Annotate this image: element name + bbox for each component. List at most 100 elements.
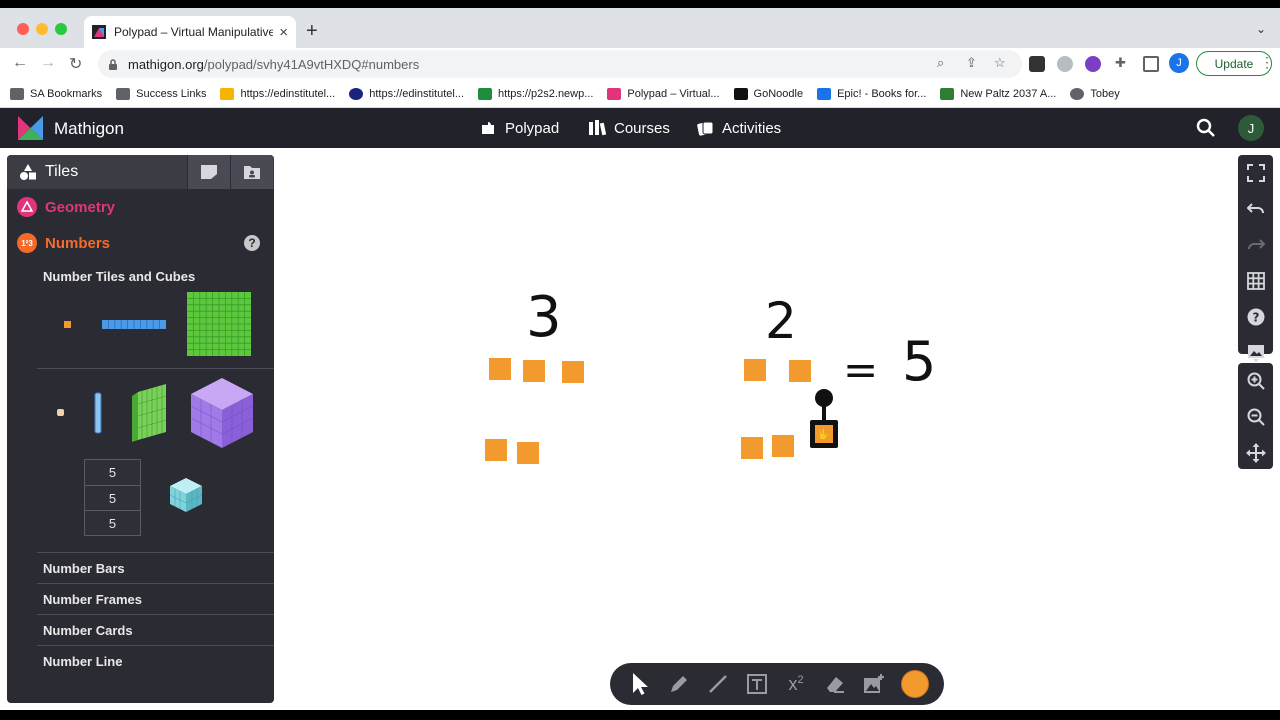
- text-box-icon[interactable]: [745, 672, 769, 696]
- tab-search-chevron-icon[interactable]: ⌄: [1256, 22, 1266, 36]
- contacts-button[interactable]: [230, 155, 273, 189]
- new-tab-icon[interactable]: +: [306, 20, 318, 43]
- redo-icon[interactable]: [1238, 227, 1273, 263]
- hundred-flat-cube[interactable]: [130, 384, 170, 444]
- forward-arrow-icon[interactable]: →: [40, 54, 56, 72]
- circle-icon: [1070, 87, 1085, 100]
- bookmark-item[interactable]: GoNoodle: [733, 87, 803, 100]
- polypad-nav-icon: [482, 122, 494, 134]
- bookmarks-bar: SA Bookmarks Success Links https://edinsti…: [0, 80, 1280, 108]
- back-arrow-icon[interactable]: ←: [12, 54, 28, 72]
- nav-polypad[interactable]: Polypad: [479, 119, 559, 137]
- color-picker[interactable]: [901, 670, 929, 698]
- extension-gear-icon[interactable]: [1029, 56, 1045, 72]
- extension-k-icon[interactable]: [1085, 56, 1101, 72]
- bookmark-item[interactable]: Epic! - Books for...: [817, 87, 926, 100]
- close-window-button[interactable]: [17, 23, 29, 35]
- bookmark-item[interactable]: Polypad – Virtual...: [607, 87, 720, 100]
- active-tab[interactable]: Polypad – Virtual Manipulatives ×: [84, 16, 296, 48]
- number-tile[interactable]: [485, 439, 507, 461]
- user-avatar[interactable]: J: [1238, 115, 1264, 141]
- sidebar-item-number-line[interactable]: Number Line: [37, 645, 274, 676]
- svg-text:?: ?: [1252, 311, 1259, 325]
- address-bar[interactable]: mathigon.org/polypad/svhy41A9vtHXDQ#numb…: [98, 50, 1022, 78]
- search-icon[interactable]: [1196, 118, 1216, 138]
- bookmark-label: Tobey: [1090, 87, 1120, 100]
- folder-user-icon: [244, 166, 260, 179]
- sidebar-item-number-frames[interactable]: Number Frames: [37, 583, 274, 614]
- shield-icon: [940, 87, 955, 100]
- polypad-canvas[interactable]: 3 2 = 5 ✋: [280, 148, 1230, 710]
- maximize-window-button[interactable]: [55, 23, 67, 35]
- extensions-puzzle-icon[interactable]: ✚: [1115, 55, 1126, 71]
- number-tile[interactable]: [489, 358, 511, 380]
- nav-courses[interactable]: Courses: [588, 119, 670, 137]
- bookmark-label: https://edinstitutel...: [369, 87, 465, 100]
- hundred-square-tile[interactable]: [187, 292, 251, 356]
- insert-image-icon[interactable]: [862, 672, 886, 696]
- pan-move-icon[interactable]: [1238, 435, 1273, 471]
- stack-card: 5: [85, 460, 140, 485]
- selected-tile-frame[interactable]: ✋: [810, 420, 838, 448]
- undo-icon[interactable]: [1238, 191, 1273, 227]
- unit-tile[interactable]: [64, 321, 71, 328]
- close-tab-icon[interactable]: ×: [279, 24, 288, 41]
- bookmark-item[interactable]: Success Links: [116, 87, 206, 100]
- zoom-out-icon[interactable]: [1238, 399, 1273, 435]
- profile-avatar[interactable]: J: [1169, 53, 1189, 73]
- number-tile[interactable]: [517, 442, 539, 464]
- sidebar-item-number-bars[interactable]: Number Bars: [37, 552, 274, 583]
- share-icon[interactable]: ⇪: [966, 55, 977, 71]
- category-numbers[interactable]: 1²3 Numbers ?: [7, 225, 274, 261]
- bookmark-item[interactable]: New Paltz 2037 A...: [940, 87, 1056, 100]
- pen-icon[interactable]: [667, 672, 691, 696]
- zoom-search-icon[interactable]: ⌕: [937, 55, 944, 71]
- reload-icon[interactable]: ↻: [69, 54, 82, 74]
- bookmark-item[interactable]: https://edinstitutel...: [220, 87, 335, 100]
- select-pointer-icon[interactable]: [628, 672, 652, 696]
- number-tile[interactable]: [562, 361, 584, 383]
- ten-rod-cube[interactable]: [94, 392, 103, 434]
- sidebar-item-number-cards[interactable]: Number Cards: [37, 614, 274, 645]
- unit-cube[interactable]: [57, 409, 64, 416]
- bookmark-item[interactable]: Tobey: [1070, 87, 1120, 100]
- ten-bar-tile[interactable]: [102, 320, 166, 329]
- more-menu-icon[interactable]: ⋮: [1260, 54, 1274, 71]
- bookmark-item[interactable]: SA Bookmarks: [10, 87, 102, 100]
- fullscreen-icon[interactable]: [1238, 155, 1273, 191]
- section-title: Number Tiles and Cubes: [43, 269, 196, 284]
- rotate-handle-stem: [822, 405, 826, 421]
- extension-gray-icon[interactable]: [1057, 56, 1073, 72]
- handwritten-equals: =: [843, 345, 878, 394]
- small-cube[interactable]: [169, 477, 203, 513]
- zoom-in-icon[interactable]: [1238, 363, 1273, 399]
- notes-button[interactable]: [187, 155, 230, 189]
- nav-activities[interactable]: Activities: [696, 119, 781, 137]
- number-tile[interactable]: [772, 435, 794, 457]
- side-panel-icon[interactable]: [1143, 56, 1159, 72]
- drawing-toolbar: x2: [610, 663, 944, 705]
- thousand-cube[interactable]: [189, 376, 255, 450]
- number-cubes-area: 555: [37, 369, 274, 552]
- number-tile[interactable]: [523, 360, 545, 382]
- bookmark-item[interactable]: https://edinstitutel...: [349, 87, 465, 100]
- equation-icon[interactable]: x2: [784, 672, 808, 696]
- minimize-window-button[interactable]: [36, 23, 48, 35]
- line-icon[interactable]: [706, 672, 730, 696]
- mathigon-logo-icon[interactable]: [18, 116, 43, 140]
- number-tile[interactable]: [789, 360, 811, 382]
- bookmark-star-icon[interactable]: ☆: [994, 55, 1006, 71]
- bookmark-item[interactable]: https://p2s2.newp...: [478, 87, 593, 100]
- polypad-workspace: Tiles Geometry 1²3 Numbers ? Number Tile…: [0, 148, 1280, 710]
- number-tile[interactable]: [744, 359, 766, 381]
- tab-title: Polypad – Virtual Manipulatives: [114, 25, 274, 39]
- number-tile[interactable]: [741, 437, 763, 459]
- eraser-icon[interactable]: [823, 672, 847, 696]
- grid-icon[interactable]: [1238, 263, 1273, 299]
- place-value-stack[interactable]: 555: [84, 459, 141, 536]
- help-icon[interactable]: ?: [244, 235, 260, 251]
- category-geometry[interactable]: Geometry: [7, 189, 274, 225]
- brand-name[interactable]: Mathigon: [54, 119, 124, 139]
- numbers-icon: 1²3: [17, 233, 37, 253]
- help-circle-icon[interactable]: ?: [1238, 299, 1273, 335]
